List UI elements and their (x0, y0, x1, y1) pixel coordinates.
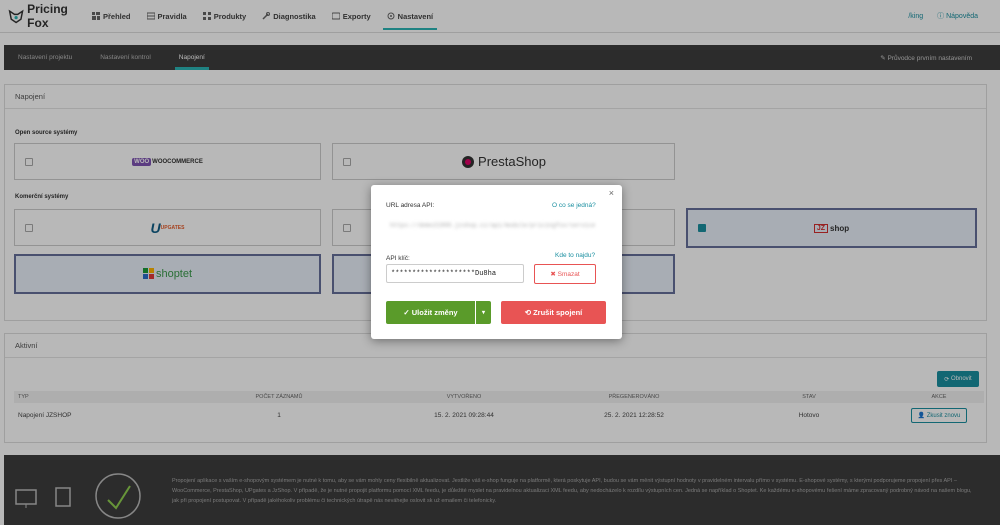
delete-key-button[interactable]: ✖ Smazat (534, 264, 596, 284)
cancel-connection-button[interactable]: ⟲ Zrušit spojení (501, 301, 606, 324)
api-key-label: API klíč: (386, 255, 410, 262)
save-options-dropdown[interactable]: ▾ (476, 301, 491, 324)
api-key-field[interactable]: ********************Du8ha (386, 264, 524, 283)
url-help-link[interactable]: O co se jedná? (552, 202, 596, 209)
close-icon[interactable]: × (609, 188, 614, 198)
delete-icon: ✖ (550, 271, 558, 278)
cancel-label: Zrušit spojení (533, 308, 583, 317)
chevron-down-icon: ▾ (481, 310, 485, 316)
api-url-field[interactable]: https://demo21900.jzshop.cz/api/module/p… (386, 216, 595, 234)
api-key-help-link[interactable]: Kde to najdu? (555, 252, 595, 259)
delete-label: Smazat (557, 270, 580, 278)
url-label: URL adresa API: (386, 202, 435, 209)
api-connection-modal: × URL adresa API: O co se jedná? https:/… (371, 185, 622, 339)
save-label: Uložit změny (411, 308, 458, 317)
save-changes-button[interactable]: ✓ Uložit změny (386, 301, 475, 324)
